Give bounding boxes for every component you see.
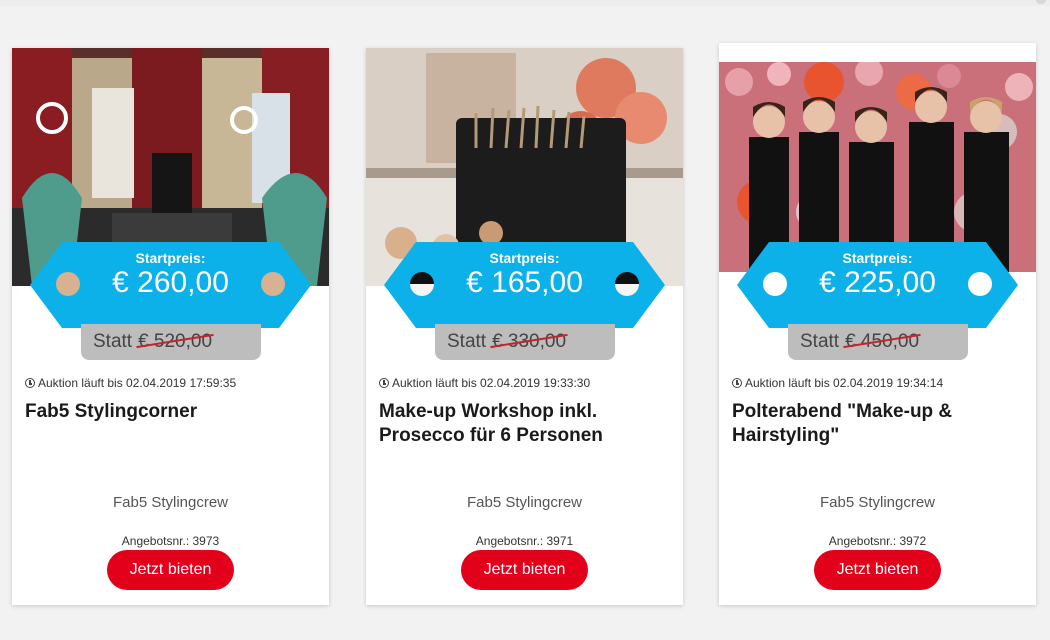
- clock-icon: [379, 378, 389, 388]
- offer-number: Angebotsnr.: 3972: [828, 534, 927, 548]
- offer-number: Angebotsnr.: 3973: [121, 534, 220, 548]
- offer-number: Angebotsnr.: 3971: [475, 534, 574, 548]
- provider-name: Fab5 Stylingcrew: [466, 494, 583, 511]
- statt-label: Statt: [447, 331, 487, 352]
- original-price: € 520,00: [138, 331, 213, 352]
- start-price-value: € 165,00: [466, 266, 583, 299]
- auction-deadline: Auktion läuft bis 02.04.2019 19:34:14: [732, 376, 943, 390]
- top-border: [0, 0, 1050, 6]
- bid-now-button[interactable]: Jetzt bieten: [107, 550, 234, 590]
- start-price-label: Startpreis:: [135, 250, 206, 266]
- original-price-box: Statt € 520,00: [81, 324, 261, 360]
- offer-card[interactable]: Startpreis: € 165,00 Statt € 330,00 Aukti…: [366, 48, 683, 605]
- start-price-tag: Startpreis: € 260,00: [30, 242, 311, 328]
- offer-card[interactable]: Startpreis: € 260,00 Statt € 520,00 Aukti…: [12, 48, 329, 605]
- bid-now-button[interactable]: Jetzt bieten: [461, 550, 588, 590]
- offer-title[interactable]: Make-up Workshop inkl. Prosecco für 6 Pe…: [379, 400, 669, 448]
- offer-card[interactable]: Startpreis: € 225,00 Statt € 450,00 Aukti…: [719, 43, 1036, 605]
- start-price-value: € 225,00: [819, 266, 936, 299]
- group-balloons-image: [719, 62, 1036, 272]
- provider-name: Fab5 Stylingcrew: [112, 494, 229, 511]
- offer-title[interactable]: Polterabend "Make-up & Hairstyling": [732, 400, 1022, 448]
- offer-title[interactable]: Fab5 Stylingcorner: [25, 400, 315, 424]
- statt-label: Statt: [93, 331, 133, 352]
- start-price-value: € 260,00: [112, 266, 229, 299]
- original-price-box: Statt € 330,00: [435, 324, 615, 360]
- clock-icon: [732, 378, 742, 388]
- start-price-label: Startpreis:: [842, 250, 913, 266]
- offer-photo[interactable]: [719, 62, 1036, 272]
- auction-deadline-text: Auktion läuft bis 02.04.2019 17:59:35: [38, 376, 237, 390]
- statt-label: Statt: [800, 331, 840, 352]
- start-price-label: Startpreis:: [489, 250, 560, 266]
- auction-deadline: Auktion läuft bis 02.04.2019 17:59:35: [25, 376, 236, 390]
- original-price: € 330,00: [492, 331, 567, 352]
- start-price-tag: Startpreis: € 165,00: [384, 242, 665, 328]
- auction-deadline-text: Auktion läuft bis 02.04.2019 19:33:30: [392, 376, 591, 390]
- clock-icon: [25, 378, 35, 388]
- original-price-box: Statt € 450,00: [788, 324, 968, 360]
- provider-name: Fab5 Stylingcrew: [819, 494, 936, 511]
- start-price-tag: Startpreis: € 225,00: [737, 242, 1018, 328]
- original-price: € 450,00: [845, 331, 920, 352]
- auction-deadline: Auktion läuft bis 02.04.2019 19:33:30: [379, 376, 590, 390]
- auction-deadline-text: Auktion läuft bis 02.04.2019 19:34:14: [745, 376, 944, 390]
- bid-now-button[interactable]: Jetzt bieten: [814, 550, 941, 590]
